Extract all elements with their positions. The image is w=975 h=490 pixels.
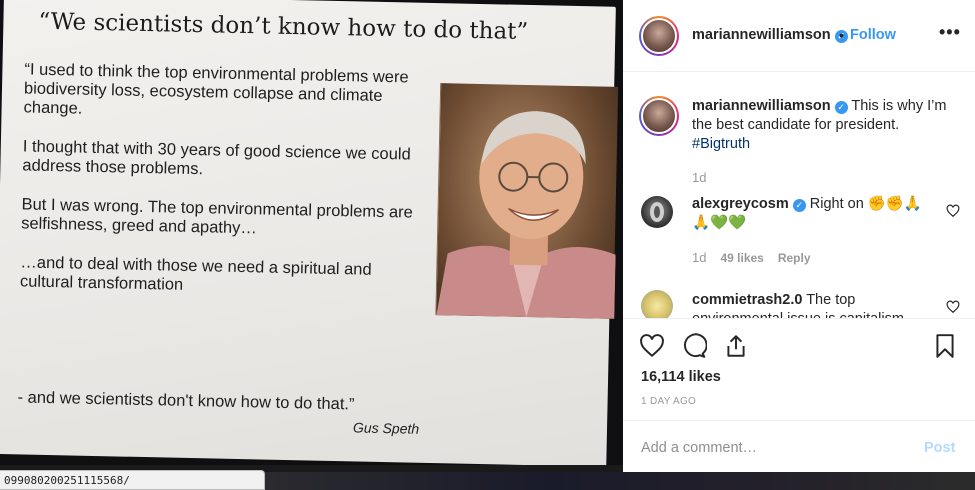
comment-username[interactable]: alexgreycosm [692,196,789,212]
comment-body-line2: 🙏💚💚 [692,215,747,231]
comment-avatar[interactable] [641,290,673,318]
comment-username[interactable]: commietrash2.0 [692,292,802,308]
comment-meta: 1d 49 likes Reply [692,250,811,265]
post-header: mariannewilliamson ✓ • Follow ••• [623,0,975,72]
post-panel: mariannewilliamson ✓ • Follow ••• mariann… [623,0,975,472]
comments-list[interactable]: mariannewilliamson ✓ This is why I’m the … [623,72,975,318]
verified-icon: ✓ [792,199,806,212]
share-icon[interactable] [723,333,749,359]
verified-icon: ✓ [834,101,848,114]
instagram-post-window: “We scientists don’t know how to do that… [0,0,975,490]
slide: “We scientists don’t know how to do that… [0,0,619,465]
slide-paragraph: “I used to think the top environmental p… [23,60,409,118]
comment-avatar[interactable] [641,196,673,228]
comment-text: commietrash2.0 The top environmental iss… [692,291,942,318]
heart-icon[interactable] [639,333,665,359]
author-username-text[interactable]: mariannewilliamson [692,27,831,43]
slide-paragraph: But I was wrong. The top environmental p… [21,195,414,238]
caption-username[interactable]: mariannewilliamson [692,98,831,114]
heart-icon[interactable] [946,204,960,218]
slide-author: Gus Speth [352,419,420,437]
post-date[interactable]: 1 DAY AGO [641,396,696,407]
more-options-button[interactable]: ••• [939,22,961,43]
heart-icon[interactable] [946,300,960,314]
slide-closing: - and we scientists don't know how to do… [17,388,355,414]
follow-button[interactable]: Follow [850,27,896,43]
author-avatar[interactable] [639,16,679,56]
likes-count[interactable]: 16,114 likes [641,369,721,385]
comment-icon[interactable] [681,333,707,359]
post-actions: 16,114 likes 1 DAY AGO [623,318,975,418]
caption-hashtag[interactable]: #Bigtruth [692,136,750,152]
reply-button[interactable]: Reply [778,251,811,265]
comment-body: Right on ✊✊🙏 [809,196,922,212]
author-username[interactable]: mariannewilliamson ✓ [692,27,848,43]
slide-paragraph: …and to deal with those we need a spirit… [19,253,372,294]
bookmark-icon[interactable] [932,333,958,359]
slide-title: “We scientists don’t know how to do that… [38,8,529,45]
portrait-photo [435,83,619,319]
caption-avatar[interactable] [639,96,679,136]
comment-likes[interactable]: 49 likes [720,251,763,265]
comment-text: alexgreycosm ✓ Right on ✊✊🙏 🙏💚💚 [692,195,942,233]
add-comment-bar: Add a comment… Post [623,420,975,472]
comment-input[interactable]: Add a comment… [641,440,757,456]
background-strip [265,472,975,490]
status-bar-url: 099080200251115568/ [0,470,265,490]
follow-separator: • [839,27,844,43]
slide-body: “I used to think the top environmental p… [19,60,424,319]
slide-paragraph: I thought that with 30 years of good sci… [22,137,411,179]
caption: mariannewilliamson ✓ This is why I’m the … [692,97,967,154]
post-comment-button[interactable]: Post [924,440,955,456]
post-image[interactable]: “We scientists don’t know how to do that… [0,0,623,465]
caption-time: 1d [692,170,707,185]
comment-time: 1d [692,250,707,265]
